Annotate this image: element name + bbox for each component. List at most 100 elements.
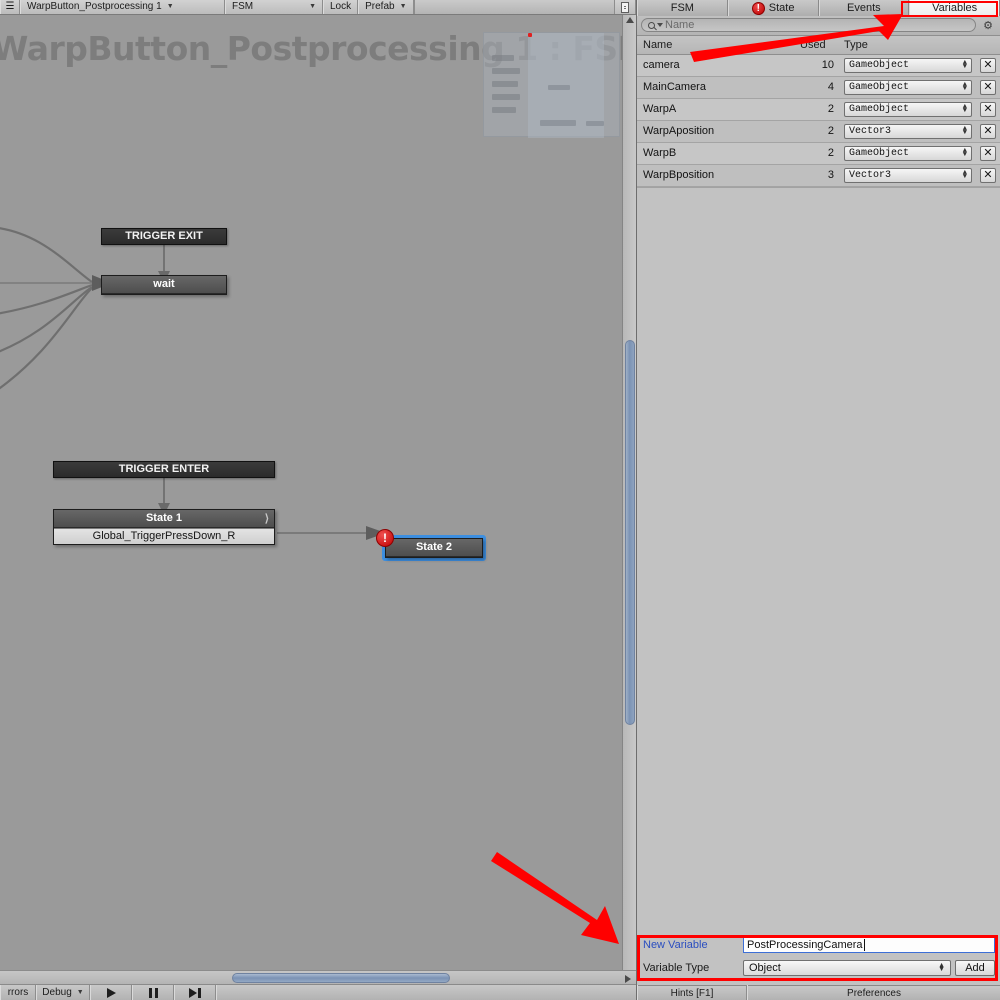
table-row[interactable]: camera 10 GameObject ▲ ▼ ✕	[637, 54, 1000, 77]
graph-horizontal-scrollbar[interactable]	[0, 970, 636, 984]
new-variable-name-row: New Variable PostProcessingCamera	[643, 935, 995, 954]
errors-indicator[interactable]: rrors	[0, 984, 36, 1000]
new-variable-input[interactable]: PostProcessingCamera	[743, 936, 995, 953]
gear-icon[interactable]: ⚙	[980, 19, 996, 32]
close-icon: ✕	[983, 102, 993, 115]
delete-variable-button[interactable]: ✕	[980, 101, 996, 117]
lock-button[interactable]: Lock	[323, 0, 359, 14]
event-node-label: TRIGGER ENTER	[118, 463, 210, 475]
column-header-type: Type	[840, 36, 1000, 55]
tab-state[interactable]: ! State	[727, 0, 819, 16]
delete-variable-button[interactable]: ✕	[980, 123, 996, 139]
prefab-dropdown[interactable]: Prefab ▼	[358, 0, 414, 14]
updown-arrows-icon: ▲ ▼	[962, 59, 967, 71]
variable-used-count: 4	[794, 76, 840, 99]
scroll-up-arrow-icon[interactable]	[626, 17, 634, 23]
variable-type-dropdown[interactable]: GameObject ▲ ▼	[844, 57, 972, 73]
state-node-state1[interactable]: State 1 ⟩ Global_TriggerPressDown_R	[53, 509, 275, 545]
add-variable-button[interactable]: Add	[955, 959, 995, 976]
vertical-scroll-thumb[interactable]	[625, 340, 635, 725]
tab-fsm[interactable]: FSM	[637, 0, 728, 16]
fsm-graph-canvas[interactable]: WarpButton_Postprocessing 1 : FSM TRIGGE…	[0, 15, 622, 970]
chevron-down-icon: ▼	[166, 3, 174, 10]
delete-variable-button[interactable]: ✕	[980, 167, 996, 183]
table-row[interactable]: WarpA 2 GameObject ▲ ▼ ✕	[637, 98, 1000, 121]
table-row[interactable]: WarpBposition 3 Vector3 ▲ ▼ ✕	[637, 164, 1000, 187]
graph-vertical-scrollbar[interactable]	[622, 15, 636, 970]
variable-type-dropdown[interactable]: GameObject ▲ ▼	[844, 79, 972, 95]
variable-used-count: 2	[794, 120, 840, 143]
variable-name: camera	[637, 54, 794, 77]
status-filler	[216, 984, 636, 1000]
scroll-right-arrow-icon[interactable]	[625, 975, 631, 983]
updown-arrows-icon: ▲ ▼	[962, 81, 967, 93]
variable-type-value: Vector3	[849, 125, 892, 137]
hints-label: Hints [F1]	[670, 987, 714, 999]
delete-variable-button[interactable]: ✕	[980, 145, 996, 161]
variable-type-dropdown[interactable]: Vector3 ▲ ▼	[844, 167, 972, 183]
fsm-owner-dropdown[interactable]: WarpButton_Postprocessing 1 ▼	[20, 0, 225, 14]
chevron-down-icon	[657, 23, 663, 27]
search-placeholder: Name	[665, 19, 695, 31]
debug-dropdown[interactable]: Debug ▼	[36, 984, 90, 1000]
preferences-button[interactable]: Preferences	[747, 985, 1000, 1000]
graph-pane: ☰ WarpButton_Postprocessing 1 ▼ FSM ▼ Lo…	[0, 0, 636, 1000]
new-variable-value: PostProcessingCamera	[747, 938, 863, 951]
state-node-title: State 2	[386, 539, 482, 557]
table-header-row: Name Used Type	[637, 36, 1000, 55]
variable-type-dropdown[interactable]: Vector3 ▲ ▼	[844, 123, 972, 139]
tab-variables[interactable]: Variables	[909, 0, 1000, 16]
chevron-down-icon: ▼	[309, 3, 316, 10]
event-node-trigger-enter[interactable]: TRIGGER ENTER	[53, 461, 275, 478]
event-node-trigger-exit[interactable]: TRIGGER EXIT	[101, 228, 227, 245]
close-icon: ✕	[983, 58, 993, 71]
variable-type-value: GameObject	[849, 103, 910, 115]
state-node-label: State 1	[145, 512, 183, 524]
variable-type-value: GameObject	[849, 147, 910, 159]
variables-empty-area	[637, 186, 1000, 922]
close-icon: ✕	[983, 146, 993, 159]
search-input[interactable]: Name	[641, 18, 976, 32]
horizontal-scroll-thumb[interactable]	[232, 973, 450, 983]
tab-events[interactable]: Events	[818, 0, 910, 16]
fsm-dropdown[interactable]: FSM ▼	[225, 0, 323, 14]
updown-arrows-icon: ▲ ▼	[962, 125, 967, 137]
column-header-name: Name	[637, 36, 794, 55]
step-button[interactable]	[174, 984, 216, 1000]
delete-variable-button[interactable]: ✕	[980, 57, 996, 73]
hints-button[interactable]: Hints [F1]	[637, 985, 747, 1000]
variable-name: WarpB	[637, 142, 794, 165]
variable-type-dropdown[interactable]: GameObject ▲ ▼	[844, 145, 972, 161]
updown-arrows-icon: ▲ ▼	[938, 961, 945, 973]
variable-type-dropdown[interactable]: Object ▲ ▼	[743, 959, 951, 976]
table-row[interactable]: WarpB 2 GameObject ▲ ▼ ✕	[637, 142, 1000, 165]
layout-icon[interactable]	[614, 0, 636, 14]
delete-variable-button[interactable]: ✕	[980, 79, 996, 95]
table-row[interactable]: MainCamera 4 GameObject ▲ ▼ ✕	[637, 76, 1000, 99]
state-node-title: wait	[102, 276, 226, 294]
variable-type-dropdown[interactable]: GameObject ▲ ▼	[844, 101, 972, 117]
state-node-wait[interactable]: wait	[101, 275, 227, 295]
variable-type-value: Object	[749, 961, 781, 974]
fsm-dropdown-label: FSM	[232, 1, 254, 12]
new-variable-panel: New Variable PostProcessingCamera Variab…	[637, 932, 1000, 976]
updown-arrows-icon: ▲ ▼	[962, 103, 967, 115]
updown-arrows-icon: ▲ ▼	[962, 147, 967, 159]
variable-used-count: 2	[794, 142, 840, 165]
menu-icon[interactable]: ☰	[0, 0, 20, 14]
state-transition-row[interactable]: Global_TriggerPressDown_R	[54, 528, 274, 544]
fsm-owner-label: WarpButton_Postprocessing 1	[27, 1, 162, 12]
variables-table: Name Used Type camera 10 GameObject ▲ ▼ ✕ Main…	[637, 36, 1000, 187]
variable-name: MainCamera	[637, 76, 794, 99]
close-icon: ✕	[983, 124, 993, 137]
state-node-state2-selected[interactable]: ! State 2	[376, 529, 486, 561]
pause-icon	[148, 987, 158, 998]
variable-type-value: GameObject	[849, 81, 910, 93]
pause-button[interactable]	[132, 984, 174, 1000]
variable-type-value: GameObject	[849, 59, 910, 71]
table-row[interactable]: WarpAposition 2 Vector3 ▲ ▼ ✕	[637, 120, 1000, 143]
inspector-status-bar: Hints [F1] Preferences	[637, 985, 1000, 1000]
chevron-down-icon: ▼	[76, 989, 84, 996]
play-button[interactable]	[90, 984, 132, 1000]
state-node-state2[interactable]: State 2	[385, 538, 483, 558]
